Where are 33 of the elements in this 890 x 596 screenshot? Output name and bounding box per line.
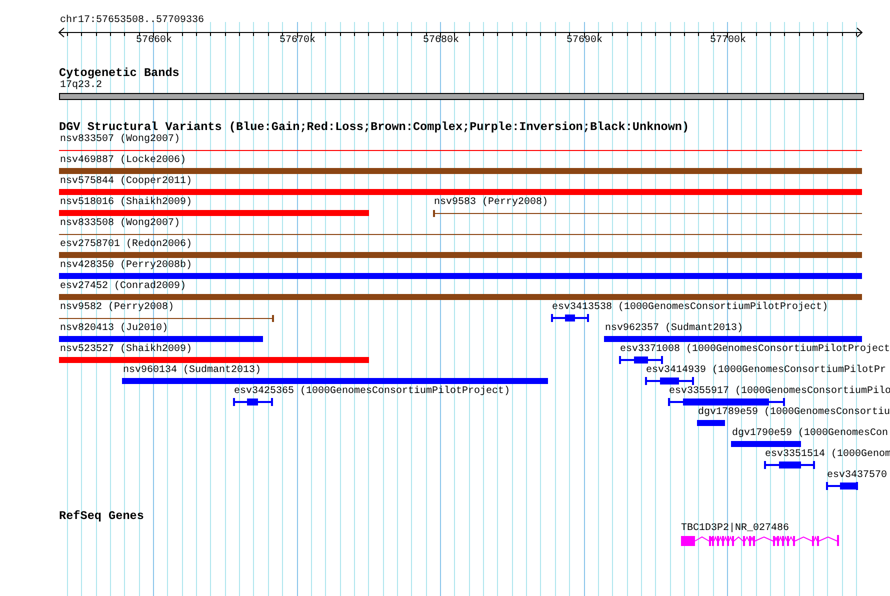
variant-label: esv3437570 — [827, 470, 888, 481]
variant-label: dgv1790e59 (1000GenomesCon — [732, 428, 888, 439]
tick-label: 57660k — [136, 35, 172, 46]
gene-label: TBC1D3P2|NR_027486 — [681, 523, 790, 534]
variant-label: nsv833507 (Wong2007) — [60, 134, 180, 145]
variant-label: esv3414939 (1000GenomesConsortiumPilotPr — [646, 365, 886, 376]
track-title: Cytogenetic Bands — [59, 68, 180, 79]
variant-label: esv3371008 (1000GenomesConsortiumPilotProject — [620, 344, 890, 355]
variant-label: nsv523527 (Shaikh2009) — [60, 344, 192, 355]
variant-label: esv3355917 (1000GenomesConsortiumPilo — [669, 386, 890, 397]
variant-label: nsv962357 (Sudmant2013) — [605, 323, 744, 334]
variant-label: nsv9583 (Perry2008) — [434, 197, 548, 208]
variant-label: esv3425365 (1000GenomesConsortiumPilotProject) — [234, 386, 510, 397]
variant-label: esv27452 (Conrad2009) — [60, 281, 186, 292]
region-label: chr17:57653508..57709336 — [60, 15, 204, 26]
variant-label: nsv820413 (Ju2010) — [60, 323, 168, 334]
track-title: DGV Structural Variants (Blue:Gain;Red:Loss;Brown:Complex;Purple:Inversion;Black:Unknown) — [59, 122, 690, 133]
variant-label: nsv469887 (Locke2006) — [60, 155, 186, 166]
variant-label: nsv9582 (Perry2008) — [60, 302, 174, 313]
tick-label: 57680k — [423, 35, 459, 46]
variant-label: dgv1789e59 (1000GenomesConsortiu — [698, 407, 890, 418]
variant-label: esv3413538 (1000GenomesConsortiumPilotProject) — [552, 302, 828, 313]
track-title: RefSeq Genes — [59, 511, 144, 522]
variant-label: nsv518016 (Shaikh2009) — [60, 197, 192, 208]
variant-label: esv2758701 (Redon2006) — [60, 239, 192, 250]
variant-label: nsv575844 (Cooper2011) — [60, 176, 192, 187]
tick-label: 57700k — [710, 35, 746, 46]
tick-label: 57670k — [280, 35, 316, 46]
variant-label: nsv428350 (Perry2008b) — [60, 260, 192, 271]
band-label: 17q23.2 — [60, 80, 102, 91]
tick-label: 57690k — [566, 35, 602, 46]
variant-label: nsv833508 (Wong2007) — [60, 218, 180, 229]
variant-label: nsv960134 (Sudmant2013) — [123, 365, 262, 376]
